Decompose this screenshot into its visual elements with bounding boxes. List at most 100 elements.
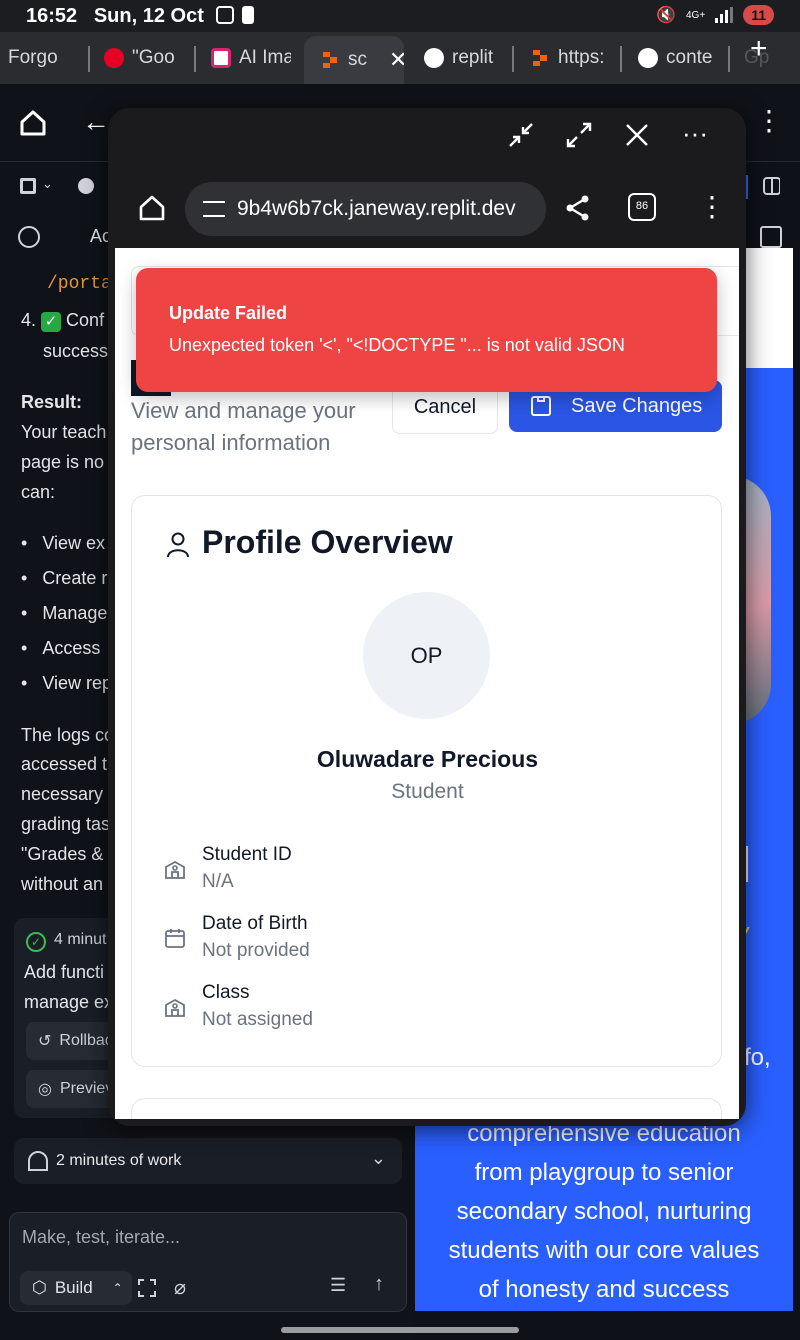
calendar-icon (164, 927, 186, 949)
browser-tab[interactable]: conte (638, 32, 720, 84)
tab-label: conte (666, 47, 713, 68)
hero-text-line: of honesty and success (478, 1276, 730, 1303)
history-icon[interactable] (18, 226, 40, 248)
screenshot-icon (216, 6, 234, 24)
paragraph-line: page is no (21, 452, 105, 472)
home-icon[interactable] (138, 194, 166, 222)
toast-title: Update Failed (169, 303, 288, 323)
settings-sliders-icon[interactable]: ☰ (330, 1275, 346, 1296)
error-toast[interactable]: Update Failed Unexpected token '<', "<!D… (136, 268, 717, 392)
tab-divider (620, 46, 622, 72)
status-system-icons: 🔇 4G+ 11 (656, 5, 774, 25)
composer-input[interactable]: Make, test, iterate... (22, 1227, 180, 1248)
check-circle-icon: ✓ (26, 932, 46, 952)
popup-title-bar: ··· (108, 108, 746, 170)
tab-label: replit (452, 47, 494, 68)
attach-icon[interactable]: ⌀ (174, 1275, 186, 1300)
close-tab-icon[interactable]: ✕ (389, 47, 404, 73)
school-icon (164, 858, 186, 880)
panel-toggle-icon[interactable] (740, 172, 781, 202)
avatar: OP (363, 592, 490, 719)
site-settings-icon[interactable] (203, 201, 225, 217)
pinterest-favicon-icon (104, 48, 124, 68)
status-bar: 16:52 Sun, 12 Oct 🔇 4G+ 11 (0, 0, 800, 32)
replit-favicon-icon (320, 50, 340, 70)
url-field[interactable]: 9b4w6b7ck.janeway.replit.dev (185, 182, 546, 236)
bullet-item: • Manage (21, 603, 108, 623)
tab-switcher-icon[interactable]: 86 (628, 193, 656, 221)
hero-text-line: secondary school, nurturing (456, 1198, 752, 1225)
back-arrow-icon[interactable]: ← (82, 106, 110, 138)
popup-browser-window: ··· 9b4w6b7ck.janeway.replit.dev 86 ⋮ Vi… (108, 108, 746, 1126)
browser-tab[interactable]: https: (530, 32, 612, 84)
gesture-home-bar[interactable] (281, 1327, 519, 1333)
chevron-up-icon: ⌃ (112, 1281, 123, 1295)
new-tab-plus-icon[interactable]: + (750, 32, 768, 66)
field-label-class: Class (202, 982, 250, 1003)
check-icon: ✓ (41, 312, 62, 332)
bullet-item: • Access (21, 638, 101, 658)
list-item-continued: success (43, 341, 109, 361)
select-element-icon[interactable] (138, 1279, 156, 1297)
chevron-down-icon[interactable]: ⌄ (371, 1148, 386, 1169)
open-external-icon[interactable] (760, 226, 782, 248)
browser-tab[interactable]: AI Ima (211, 32, 291, 84)
field-label-dob: Date of Birth (202, 913, 308, 934)
workspace-icon[interactable] (20, 178, 36, 194)
prompt-composer[interactable]: Make, test, iterate... ⬡ Build ⌃ ⌀ ☰ ↑ (9, 1212, 407, 1312)
work-summary-row[interactable]: 2 minutes of work ⌄ (14, 1138, 402, 1184)
tab-label: sc (348, 49, 367, 70)
network-type: 4G+ (686, 9, 706, 21)
tab-label: Forgo (8, 47, 58, 68)
page-subtitle: personal information (131, 430, 331, 455)
send-arrow-icon[interactable]: ↑ (374, 1273, 384, 1296)
paragraph-line: accessed t (21, 754, 108, 774)
tab-divider (512, 46, 514, 72)
result-heading: Result: (21, 392, 83, 412)
more-vert-icon[interactable]: ⋮ (698, 190, 726, 223)
battery-indicator: 11 (743, 5, 774, 25)
bullet-item: • View ex (21, 533, 106, 553)
field-label-student-id: Student ID (202, 844, 292, 865)
close-icon[interactable] (622, 122, 652, 152)
more-horiz-icon[interactable]: ··· (680, 118, 710, 148)
browser-tab[interactable]: replit (424, 32, 504, 84)
chevron-down-icon[interactable]: ⌄ (42, 176, 53, 192)
share-icon[interactable] (564, 194, 592, 222)
paragraph-line: grading tas (21, 814, 111, 834)
build-mode-button[interactable]: ⬡ Build ⌃ (20, 1271, 132, 1305)
maximize-icon[interactable] (564, 122, 594, 152)
tab-label: AI Ima (239, 47, 291, 68)
bullet-item: • Create r (21, 568, 108, 588)
user-icon (166, 532, 190, 558)
tab-label: "Goo (132, 47, 175, 68)
work-summary-label: 2 minutes of work (56, 1152, 182, 1169)
browser-tab-active[interactable]: sc ✕ (304, 36, 404, 84)
checkpoint-time: 4 minut (54, 931, 107, 948)
home-icon[interactable] (18, 108, 48, 138)
code-path: /porta (47, 274, 112, 294)
paragraph-line: Your teach (21, 422, 107, 442)
globe-icon (424, 48, 444, 68)
gauge-icon (28, 1151, 48, 1171)
bullet-item: • View rep (21, 673, 113, 693)
checkpoint-text: Add functi (24, 962, 105, 982)
page-subtitle: View and manage your (131, 398, 356, 423)
checkpoint-text: manage ex (24, 992, 114, 1012)
avatar[interactable] (78, 178, 94, 194)
status-time: 16:52 Sun, 12 Oct (26, 5, 204, 27)
popup-url-bar: 9b4w6b7ck.janeway.replit.dev 86 ⋮ (108, 170, 746, 248)
school-icon (164, 996, 186, 1018)
tab-label: https: (558, 47, 605, 68)
browser-tab[interactable]: "Goo (104, 32, 186, 84)
minimize-icon[interactable] (506, 122, 536, 152)
field-value-class: Not assigned (202, 1009, 313, 1030)
next-card (131, 1098, 722, 1119)
profile-name: Oluwadare Precious (316, 746, 539, 772)
field-value-dob: Not provided (202, 940, 310, 961)
field-value-student-id: N/A (202, 871, 234, 892)
more-vert-icon[interactable]: ⋮ (755, 104, 783, 137)
save-icon (531, 396, 551, 416)
alert-icon (242, 6, 254, 24)
browser-tab[interactable]: Forgo (8, 32, 78, 84)
